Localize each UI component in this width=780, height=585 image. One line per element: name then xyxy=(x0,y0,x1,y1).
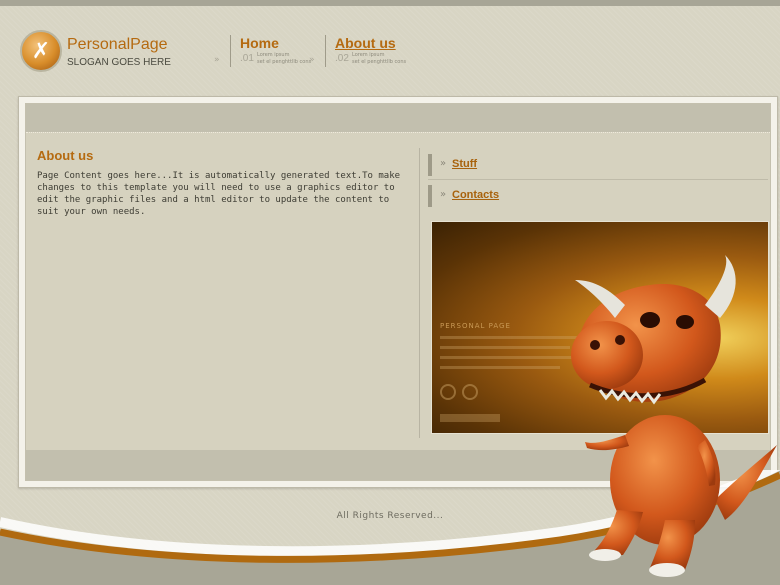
sidebar-link-contacts[interactable]: Contacts xyxy=(452,189,499,201)
preview-image-line xyxy=(440,366,560,369)
nav-about-number: .02 xyxy=(335,53,349,64)
nav-home-number: .01 xyxy=(240,53,254,64)
nav-about-subtitle: Lorem ipsum set el penghttllb cons xyxy=(352,52,406,66)
site-title[interactable]: PersonalPage xyxy=(67,36,168,54)
sidebar-item-stuff[interactable]: » Stuff xyxy=(428,154,768,180)
double-chevron-right-icon: » xyxy=(309,55,315,65)
preview-image-line xyxy=(440,346,570,349)
double-chevron-right-icon: » xyxy=(214,55,220,65)
nav-about-sub2: set el penghttllb cons xyxy=(352,59,407,65)
top-band-divider xyxy=(26,132,770,136)
sidebar-marker xyxy=(428,154,432,176)
site-slogan: SLOGAN GOES HERE xyxy=(67,57,171,68)
nav-about-label[interactable]: About us xyxy=(335,35,396,51)
nav-home-sub2: set el penghttllb cons xyxy=(257,59,312,65)
column-divider xyxy=(419,148,420,438)
logo-icon[interactable]: ✗ xyxy=(20,30,62,72)
sidebar-link-stuff[interactable]: Stuff xyxy=(452,158,477,170)
double-chevron-right-icon: » xyxy=(440,158,447,169)
page-content-text: Page Content goes here...It is automatic… xyxy=(37,171,401,217)
preview-image-button xyxy=(440,414,500,422)
nav-home-sub1: Lorem ipsum xyxy=(257,52,290,58)
nav-divider xyxy=(325,35,326,67)
top-band xyxy=(26,104,770,132)
double-chevron-right-icon: » xyxy=(440,189,447,200)
nav-home-subtitle: Lorem ipsum set el penghttllb cons xyxy=(257,52,311,66)
dino-mascot-illustration xyxy=(571,255,777,577)
top-border xyxy=(0,0,780,6)
nav-divider xyxy=(230,35,231,67)
preview-image-dots xyxy=(440,384,484,404)
nav-home-label[interactable]: Home xyxy=(240,35,279,51)
sidebar-marker xyxy=(428,185,432,207)
nav-about-sub1: Lorem ipsum xyxy=(352,52,385,58)
page-title: About us xyxy=(37,148,94,163)
sidebar-item-contacts[interactable]: » Contacts xyxy=(428,185,768,207)
sidebar-separator xyxy=(428,179,768,180)
preview-image-title: PERSONAL PAGE xyxy=(440,322,511,330)
